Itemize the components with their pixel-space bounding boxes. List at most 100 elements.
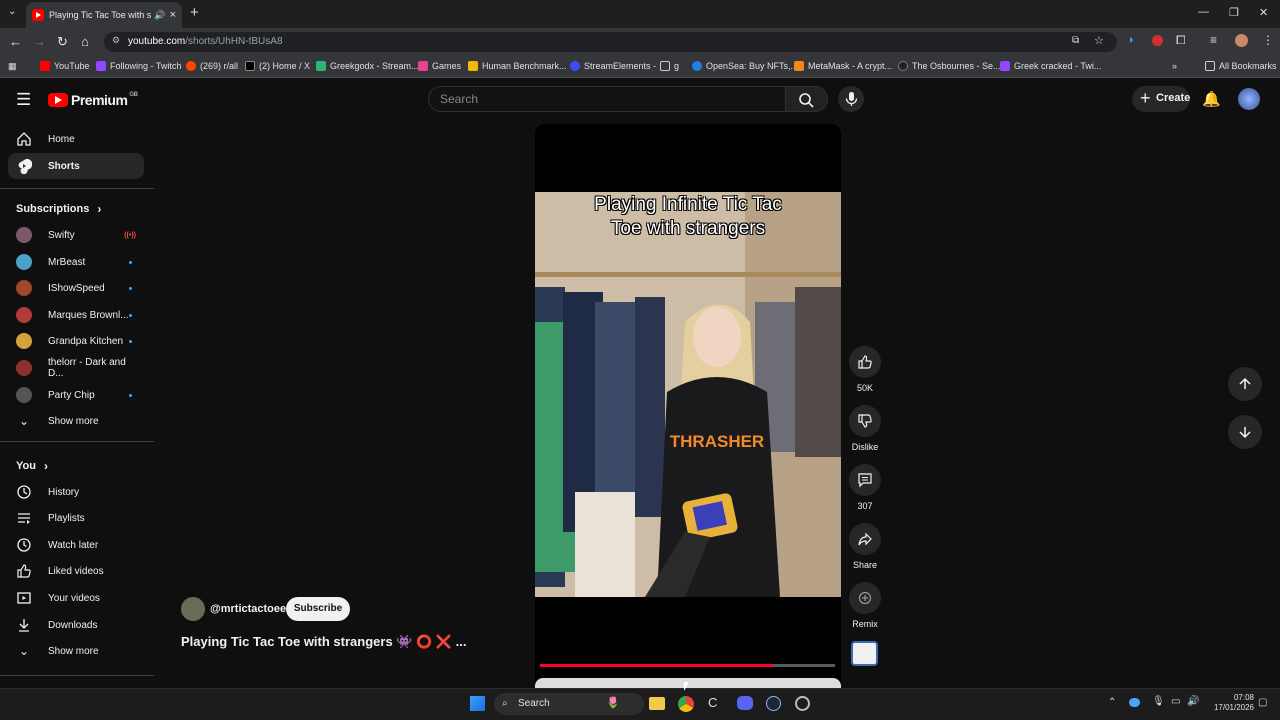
bookmark-star-icon[interactable]: ☆ — [1094, 34, 1104, 47]
subscribe-button[interactable]: Subscribe — [286, 597, 350, 621]
steam-icon[interactable] — [766, 696, 781, 711]
new-tab-button[interactable]: + — [190, 4, 199, 21]
video-caption-line-1: Playing Infinite Tic Tac — [594, 194, 782, 215]
browser-tab[interactable]: Playing Tic Tac Toe with stra 🔊 × — [26, 2, 182, 28]
sidebar-subscription-marques[interactable]: Marques Brownl... — [8, 302, 144, 328]
account-avatar[interactable] — [1238, 88, 1260, 110]
sound-thumbnail[interactable] — [851, 641, 878, 666]
extension-record-icon[interactable] — [1152, 35, 1163, 46]
address-bar[interactable]: ⚙ youtube.com/shorts/UhHN-tBUsA8 ⧉ ☆ — [104, 32, 1117, 52]
onedrive-icon[interactable] — [1129, 698, 1140, 707]
sidebar-item-history[interactable]: History — [8, 479, 144, 505]
sidebar-item-home[interactable]: Home — [8, 126, 144, 152]
short-title[interactable]: Playing Tic Tac Toe with strangers 👾 ⭕ ❌… — [181, 634, 467, 650]
tab-close-icon[interactable]: × — [170, 9, 176, 21]
windows-start-icon[interactable] — [470, 696, 485, 711]
bookmark-streamelements[interactable]: StreamElements - — [570, 61, 656, 71]
sidebar-subscription-swifty[interactable]: Swifty ((•)) — [8, 222, 144, 248]
forward-icon[interactable]: → — [33, 34, 46, 49]
profile-avatar[interactable] — [1235, 34, 1248, 47]
bookmark-metamask[interactable]: MetaMask - A crypt... — [794, 61, 892, 71]
bookmark-reddit[interactable]: (269) r/all — [186, 61, 238, 71]
reload-icon[interactable]: ↻ — [57, 34, 68, 50]
site-info-icon[interactable]: ⚙ — [112, 35, 120, 46]
sidebar-item-liked-videos[interactable]: Liked videos — [8, 558, 144, 584]
bookmark-folder-g[interactable]: g — [660, 61, 679, 71]
shorts-video-player[interactable]: THRASHER Playing Infinite Tic Tac Toe wi… — [535, 124, 841, 688]
volume-icon[interactable]: 🔊 — [1187, 696, 1199, 707]
bookmark-games[interactable]: Games — [418, 61, 461, 71]
sidebar-subscription-party-chip[interactable]: Party Chip — [8, 382, 144, 408]
app-c-icon[interactable]: C — [708, 695, 717, 710]
notifications-bell-icon[interactable]: 🔔 — [1202, 90, 1221, 108]
bookmark-x[interactable]: (2) Home / X — [245, 61, 310, 71]
sidebar-show-more-you[interactable]: ⌄ Show more — [8, 638, 144, 664]
video-progress-bar[interactable] — [540, 664, 835, 667]
bookmark-greek-cracked[interactable]: Greek cracked - Twi... — [1000, 61, 1101, 71]
sidebar-item-downloads[interactable]: Downloads — [8, 612, 144, 638]
extensions-puzzle-icon[interactable]: ⧠ — [1176, 33, 1186, 48]
voice-search-button[interactable] — [838, 86, 864, 112]
bookmark-greekgodx[interactable]: Greekgodx - Stream... — [316, 61, 419, 71]
bookmark-opensea[interactable]: OpenSea: Buy NFTs,... — [692, 61, 798, 71]
media-controls-icon[interactable]: ≡ — [1210, 33, 1217, 47]
video-caption-line-2: Toe with strangers — [610, 218, 766, 239]
sidebar-item-shorts[interactable]: Shorts — [8, 153, 144, 179]
sidebar-subscription-ishowspeed[interactable]: IShowSpeed — [8, 275, 144, 301]
search-input[interactable]: Search — [428, 86, 786, 112]
dislike-button[interactable]: Dislike — [849, 405, 881, 452]
channel-avatar[interactable] — [181, 597, 205, 621]
sidebar-item-label: IShowSpeed — [48, 282, 105, 294]
settings-app-icon[interactable] — [795, 696, 810, 711]
system-tray-chevron-icon[interactable]: ⌃ — [1108, 697, 1116, 708]
create-button[interactable]: Create — [1132, 86, 1190, 112]
install-app-icon[interactable]: ⧉ — [1072, 35, 1079, 46]
bookmark-twitch[interactable]: Following - Twitch — [96, 61, 181, 71]
restore-icon[interactable]: ❐ — [1229, 6, 1239, 19]
all-bookmarks[interactable]: All Bookmarks — [1205, 61, 1277, 71]
hamburger-menu-icon[interactable]: ☰ — [16, 90, 31, 110]
apps-grid-icon[interactable]: ▦ — [8, 61, 17, 72]
taskbar-clock[interactable]: 07:08 17/01/2026 — [1202, 693, 1254, 713]
video-frame[interactable]: THRASHER — [535, 192, 841, 597]
you-header[interactable]: You › — [16, 459, 48, 473]
youtube-premium-logo[interactable]: Premium GB — [48, 92, 138, 108]
bookmarks-overflow-icon[interactable]: » — [1172, 61, 1177, 71]
speaker-icon[interactable]: 🔊 — [154, 10, 165, 21]
close-window-icon[interactable]: ✕ — [1259, 6, 1268, 19]
sidebar-subscription-thelorr[interactable]: thelorr - Dark and D... — [8, 355, 144, 381]
chevron-right-icon: › — [43, 459, 48, 473]
comments-button[interactable]: 307 — [849, 464, 881, 511]
bookmark-osbournes[interactable]: The Osbournes - Se... — [898, 61, 1001, 71]
bookmark-human-benchmark[interactable]: Human Benchmark... — [468, 61, 567, 71]
file-explorer-icon[interactable] — [649, 697, 665, 710]
discord-icon[interactable] — [737, 696, 753, 710]
previous-short-button[interactable] — [1228, 367, 1262, 401]
microphone-tray-icon[interactable]: 🎙 — [1152, 696, 1165, 707]
tab-search-icon[interactable]: ⌄ — [8, 6, 16, 17]
channel-name[interactable]: @mrtictactoee — [210, 603, 286, 615]
sidebar-subscription-mrbeast[interactable]: MrBeast — [8, 249, 144, 275]
sidebar-item-watch-later[interactable]: Watch later — [8, 532, 144, 558]
minimize-icon[interactable]: — — [1198, 6, 1209, 18]
search-button[interactable] — [786, 86, 828, 112]
like-button[interactable]: 50K — [849, 346, 881, 393]
next-short-button[interactable] — [1228, 415, 1262, 449]
browser-menu-icon[interactable]: ⋮ — [1262, 33, 1274, 47]
back-icon[interactable]: ← — [9, 34, 22, 49]
sidebar-item-playlists[interactable]: Playlists — [8, 505, 144, 531]
home-button-icon[interactable]: ⌂ — [81, 34, 89, 49]
remix-button[interactable]: Remix — [849, 582, 881, 629]
notification-center-icon[interactable]: ▢ — [1258, 697, 1267, 708]
sidebar-subscription-grandpa-kitchen[interactable]: Grandpa Kitchen — [8, 328, 144, 354]
sidebar-item-your-videos[interactable]: Your videos — [8, 585, 144, 611]
sidebar-show-more[interactable]: ⌄ Show more — [8, 408, 144, 434]
bookmark-youtube[interactable]: YouTube — [40, 61, 89, 71]
chrome-icon[interactable] — [678, 696, 694, 712]
taskbar-search[interactable]: Search — [494, 693, 644, 715]
share-button[interactable]: Share — [849, 523, 881, 570]
subscriptions-header[interactable]: Subscriptions › — [16, 202, 101, 216]
tulip-widget-icon[interactable]: 🌷 — [606, 696, 620, 709]
network-icon[interactable]: ▭ — [1171, 696, 1180, 707]
extension-icon[interactable]: ◗ — [1128, 34, 1135, 46]
